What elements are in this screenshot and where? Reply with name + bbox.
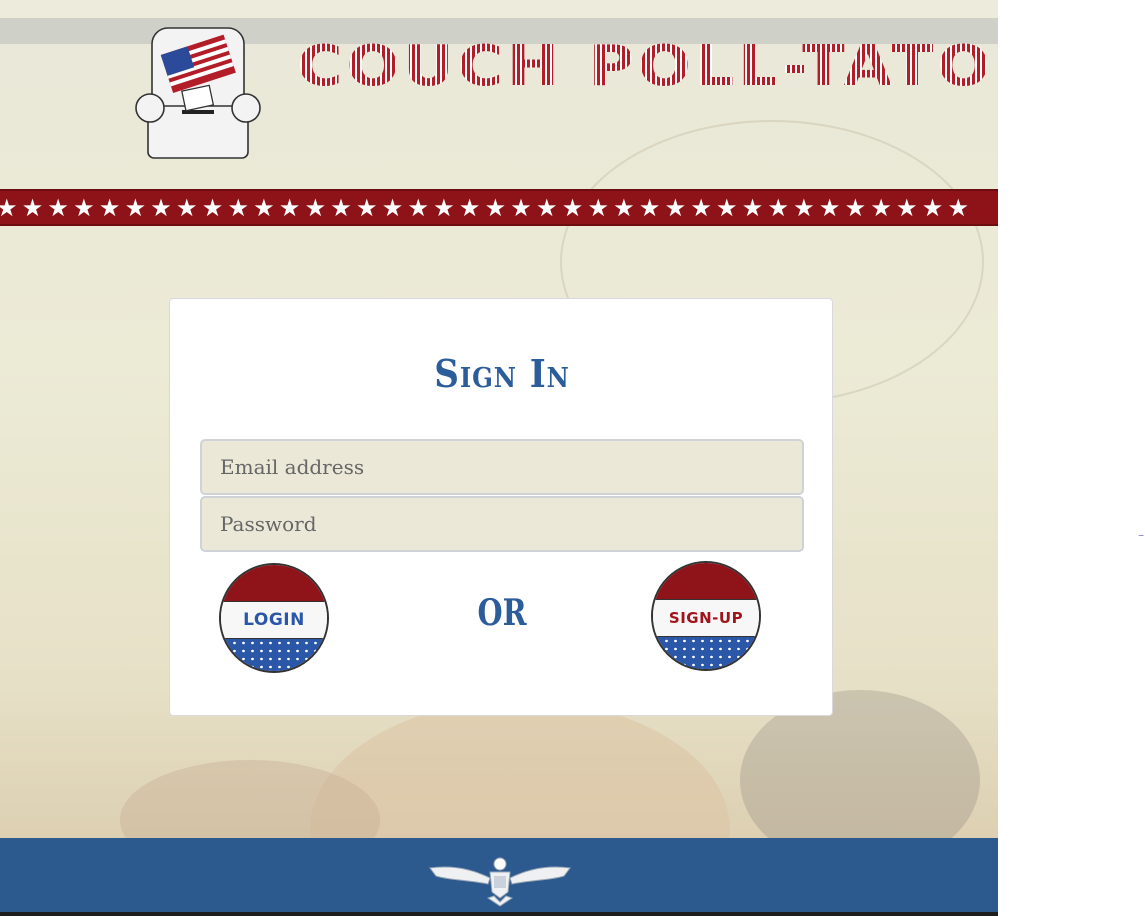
star-banner: ★★★★★★★★★★★★★★★★★★★★★★★★★★★★★★★★★★★★★★ (0, 189, 998, 226)
login-button[interactable]: LOGIN (219, 563, 329, 673)
button-red-band (221, 565, 327, 602)
eagle-emblem-icon (429, 857, 571, 907)
edge-mark: ⁻ (1138, 530, 1145, 544)
page-background: COUCH POLL-TATO ★★★★★★★★★★★★★★★★★★★★★★★★… (0, 0, 998, 916)
or-separator: OR (477, 592, 527, 634)
signup-label: SIGN-UP (668, 609, 744, 628)
sign-in-heading: Sign In (434, 351, 570, 396)
star-row: ★★★★★★★★★★★★★★★★★★★★★★★★★★★★★★★★★★★★★★ (0, 194, 974, 222)
armchair-ballot-box-icon (135, 27, 261, 159)
email-field[interactable] (200, 439, 804, 495)
button-star-band (653, 637, 759, 669)
password-field[interactable] (200, 496, 804, 552)
site-title: COUCH POLL-TATO (297, 32, 994, 99)
button-red-band (653, 563, 759, 600)
login-label: LOGIN (243, 610, 305, 631)
signup-button[interactable]: SIGN-UP (651, 561, 761, 671)
sign-in-card: Sign In LOGIN OR SIGN-UP (169, 298, 833, 716)
button-star-band (221, 639, 327, 671)
